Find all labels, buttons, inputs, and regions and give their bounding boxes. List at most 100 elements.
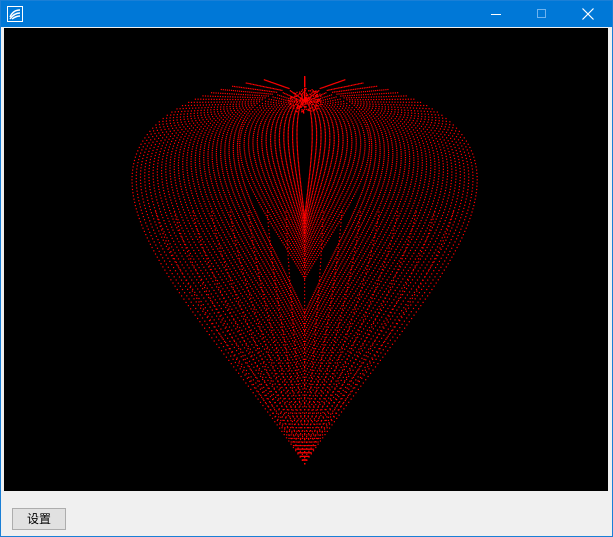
shape-point	[235, 285, 236, 286]
shape-point	[458, 156, 459, 157]
shape-point	[383, 237, 384, 238]
shape-point	[148, 241, 149, 242]
shape-point	[293, 379, 294, 380]
shape-point	[317, 395, 318, 396]
shape-point	[461, 134, 462, 135]
shape-point	[465, 202, 466, 203]
shape-point	[356, 318, 357, 319]
shape-point	[181, 189, 182, 190]
shape-point	[405, 223, 406, 224]
shape-point	[368, 254, 369, 255]
shape-point	[450, 146, 451, 147]
shape-point	[160, 135, 161, 136]
shape-point	[223, 109, 224, 110]
shape-point	[195, 167, 196, 168]
shape-point	[369, 320, 370, 321]
shape-point	[346, 298, 347, 299]
shape-point	[208, 121, 209, 122]
shape-point	[381, 110, 382, 111]
shape-point	[412, 134, 413, 135]
shape-point	[402, 247, 403, 248]
shape-point	[203, 198, 204, 199]
shape-point	[403, 117, 404, 118]
shape-point	[448, 140, 449, 141]
maximize-button[interactable]	[519, 1, 565, 27]
shape-point	[418, 225, 419, 226]
title-bar[interactable]	[1, 1, 612, 27]
shape-point	[251, 84, 252, 85]
shape-point	[218, 190, 219, 191]
shape-point	[426, 169, 427, 170]
shape-point	[445, 190, 446, 191]
shape-point	[204, 321, 205, 322]
shape-point	[374, 235, 375, 236]
shape-point	[235, 362, 236, 363]
shape-point	[375, 332, 376, 333]
shape-point	[374, 268, 375, 269]
shape-point	[405, 258, 406, 259]
shape-point	[168, 134, 169, 135]
shape-point	[404, 213, 405, 214]
shape-point	[387, 301, 388, 302]
shape-point	[271, 373, 272, 374]
shape-point	[187, 118, 188, 119]
shape-point	[272, 386, 273, 387]
shape-point	[212, 96, 213, 97]
shape-point	[335, 315, 336, 316]
shape-point	[262, 319, 263, 320]
shape-point	[326, 401, 327, 402]
shape-point	[206, 255, 207, 256]
shape-point	[393, 194, 394, 195]
shape-point	[433, 244, 434, 245]
shape-point	[424, 119, 425, 120]
shape-point	[399, 203, 400, 204]
shape-point	[310, 338, 311, 339]
shape-point	[406, 220, 407, 221]
shape-point	[456, 150, 457, 151]
shape-point	[235, 314, 236, 315]
shape-point	[367, 323, 368, 324]
shape-point	[440, 191, 441, 192]
shape-point	[158, 146, 159, 147]
shape-point	[166, 201, 167, 202]
shape-point	[167, 115, 168, 116]
shape-point	[188, 105, 189, 106]
shape-point	[200, 144, 201, 145]
shape-point	[296, 334, 297, 335]
shape-point	[240, 254, 241, 255]
shape-point	[245, 278, 246, 279]
shape-point	[447, 176, 448, 177]
shape-point	[199, 102, 200, 103]
shape-point	[299, 383, 300, 384]
shape-point	[441, 126, 442, 127]
shape-point	[344, 369, 345, 370]
shape-point	[401, 310, 402, 311]
shape-point	[144, 143, 145, 144]
shape-point	[164, 231, 165, 232]
shape-point	[209, 260, 210, 261]
shape-point	[219, 177, 220, 178]
shape-point	[308, 421, 309, 422]
minimize-button[interactable]	[473, 1, 519, 27]
shape-point	[388, 227, 389, 228]
shape-point	[425, 174, 426, 175]
shape-point	[446, 266, 447, 267]
shape-point	[349, 394, 350, 395]
shape-point	[315, 373, 316, 374]
shape-point	[217, 265, 218, 266]
shape-point	[391, 168, 392, 169]
shape-point	[415, 198, 416, 199]
shape-point	[391, 199, 392, 200]
shape-point	[207, 136, 208, 137]
shape-point	[239, 313, 240, 314]
close-button[interactable]	[565, 1, 611, 27]
shape-point	[184, 121, 185, 122]
shape-point	[295, 450, 296, 451]
shape-point	[217, 185, 218, 186]
shape-point	[374, 94, 375, 95]
shape-point	[294, 362, 295, 363]
shape-point	[243, 251, 244, 252]
shape-point	[222, 96, 223, 97]
shape-point	[303, 377, 304, 378]
shape-point	[211, 337, 212, 338]
